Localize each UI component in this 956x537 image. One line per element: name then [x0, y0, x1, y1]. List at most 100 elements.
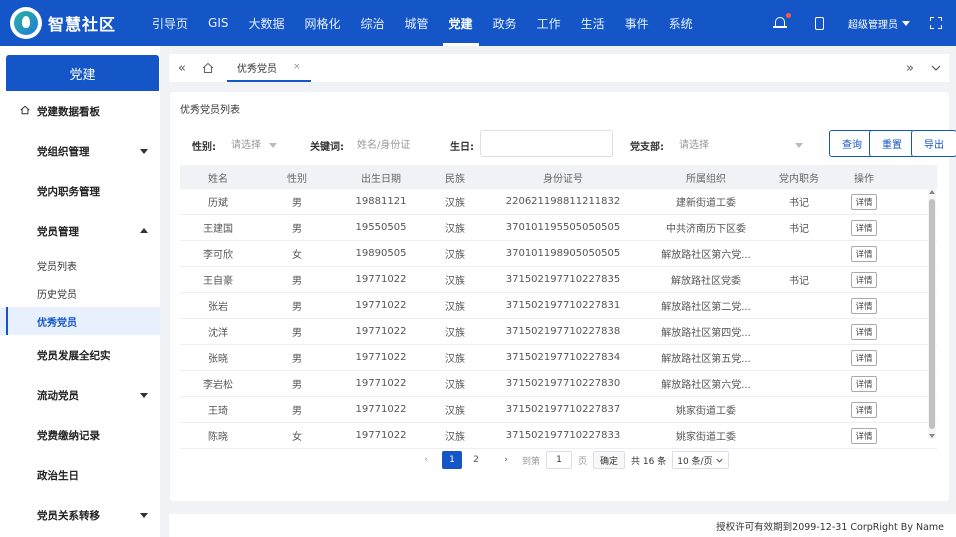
table-cell: 汉族 — [445, 380, 465, 391]
user-name: 超级管理员 — [848, 19, 898, 31]
reset-button[interactable]: 重置 — [869, 130, 915, 157]
home-icon[interactable] — [195, 54, 221, 82]
detail-button[interactable]: 详情 — [851, 219, 877, 236]
nav-item-6[interactable]: 党建 — [439, 0, 483, 46]
double-chevron-right-icon[interactable]: » — [897, 54, 923, 82]
table-cell: 中共济南历下区委 — [666, 224, 746, 235]
sidebar-subitem[interactable]: 党员列表 — [0, 251, 160, 279]
gender-select[interactable]: 请选择 — [222, 130, 286, 157]
main-card: 优秀党员列表 性别: 请选择 关键词: 姓名/身份证 生日: 党支部: 请选择 … — [170, 92, 956, 501]
double-chevron-left-icon[interactable]: « — [169, 54, 195, 82]
bell-icon[interactable] — [773, 13, 791, 30]
nav-item-2[interactable]: 大数据 — [238, 0, 294, 46]
detail-button[interactable]: 详情 — [851, 427, 877, 444]
sidebar-item[interactable]: 党员发展全纪实 — [0, 335, 160, 375]
tab-excellent-members[interactable]: 优秀党员 × — [227, 54, 311, 82]
sidebar-item-label: 党员关系转移 — [37, 509, 100, 522]
table-cell: 汉族 — [445, 432, 465, 443]
nav-item-7[interactable]: 政务 — [483, 0, 527, 46]
column-header: 所属组织 — [686, 173, 726, 185]
footer-license: 授权许可有效期到2099-12-31 CorpRight By Name — [169, 514, 956, 537]
table-scrollbar[interactable] — [928, 189, 936, 439]
detail-button[interactable]: 详情 — [851, 245, 877, 262]
sidebar-subitem[interactable]: 优秀党员 — [0, 307, 160, 335]
table-body: 历斌男 19881121 汉族 220621198811211832 建新街道工委 书记详… — [180, 189, 937, 449]
action-cell: 详情 — [826, 297, 902, 314]
table-cell: 书记 — [789, 198, 809, 209]
table-cell: 建新街道工委 — [676, 198, 736, 209]
scrollbar-thumb[interactable] — [929, 199, 935, 429]
goto-page-input[interactable]: 1 — [546, 451, 573, 469]
table-row: 张岩 男 19771022 汉族 371502197710227831 解放路社区第二党.… — [180, 293, 937, 319]
nav-item-5[interactable]: 城管 — [395, 0, 439, 46]
table-cell: 汉族 — [445, 276, 465, 287]
export-button[interactable]: 导出 — [911, 130, 956, 157]
table-cell: 19890505 — [355, 248, 407, 259]
nav-item-10[interactable]: 事件 — [615, 0, 659, 46]
sidebar-item[interactable]: 党员管理 — [0, 211, 160, 251]
table-cell: 汉族 — [445, 328, 465, 339]
nav-item-9[interactable]: 生活 — [571, 0, 615, 46]
action-cell: 详情 — [826, 427, 902, 444]
birthday-input[interactable] — [480, 130, 613, 157]
next-page-button[interactable]: › — [496, 451, 516, 469]
page-number-button[interactable]: 1 — [442, 451, 462, 469]
sidebar-item[interactable]: 政治生日 — [0, 455, 160, 495]
detail-button[interactable]: 详情 — [851, 297, 877, 314]
detail-button[interactable]: 详情 — [851, 193, 877, 210]
sidebar-item-label: 党费缴纳记录 — [37, 429, 100, 442]
sidebar-item[interactable]: 党费缴纳记录 — [0, 415, 160, 455]
card-title: 优秀党员列表 — [180, 105, 240, 116]
column-header: 民族 — [445, 173, 465, 185]
branch-select[interactable]: 请选择 — [670, 130, 812, 157]
fullscreen-icon[interactable] — [930, 17, 942, 29]
tab-close-icon[interactable]: × — [293, 62, 301, 72]
keyword-input[interactable]: 姓名/身份证 — [348, 130, 414, 157]
detail-button[interactable]: 详情 — [851, 375, 877, 392]
caret-down-icon — [140, 149, 148, 154]
page-size-select[interactable]: 10 条/页 — [672, 451, 729, 469]
chevron-down-icon[interactable] — [923, 54, 949, 82]
detail-button[interactable]: 详情 — [851, 323, 877, 340]
nav-item-1[interactable]: GIS — [198, 0, 238, 46]
goto-confirm-button[interactable]: 确定 — [593, 451, 626, 469]
table-cell: 19771022 — [355, 430, 407, 441]
nav-item-8[interactable]: 工作 — [527, 0, 571, 46]
brand-logo[interactable]: 智慧社区 — [0, 7, 138, 39]
brand-name: 智慧社区 — [48, 15, 117, 34]
page-number-button[interactable]: 2 — [466, 451, 486, 469]
detail-button[interactable]: 详情 — [851, 349, 877, 366]
sidebar-item-label: 政治生日 — [37, 469, 79, 482]
nav-item-4[interactable]: 综治 — [351, 0, 395, 46]
table-cell: 历斌 — [208, 198, 228, 209]
table-cell: 王自豪 — [203, 276, 233, 287]
scroll-down-icon[interactable] — [929, 434, 935, 438]
sidebar-item[interactable]: 党员关系转移 — [0, 495, 160, 535]
table-cell: 男 — [292, 198, 302, 209]
nav-item-0[interactable]: 引导页 — [142, 0, 198, 46]
sidebar-menu: 党建数据看板 党组织管理 党内职务管理 党员管理 党员列表 历史党员 优秀党员 党员发展全纪实… — [0, 91, 160, 535]
column-header: 出生日期 — [361, 173, 401, 185]
table-cell: 371502197710227831 — [505, 300, 621, 311]
nav-item-11[interactable]: 系统 — [659, 0, 703, 46]
sidebar: 党建 党建数据看板 党组织管理 党内职务管理 党员管理 党员列表 历史党员 优秀党员 党员发展… — [0, 46, 160, 537]
detail-button[interactable]: 详情 — [851, 271, 877, 288]
scroll-up-icon[interactable] — [929, 190, 935, 194]
tabs-bar: « 优秀党员 × » — [169, 54, 949, 82]
detail-button[interactable]: 详情 — [851, 401, 877, 418]
table-cell: 姚家街道工委 — [676, 406, 736, 417]
sidebar-subitem[interactable]: 历史党员 — [0, 279, 160, 307]
nav-item-3[interactable]: 网格化 — [295, 0, 351, 46]
sidebar-item[interactable]: 党组织管理 — [0, 131, 160, 171]
page-unit-label: 页 — [578, 456, 588, 467]
home-icon — [20, 105, 30, 115]
gender-placeholder: 请选择 — [231, 140, 261, 151]
prev-page-button[interactable]: ‹ — [416, 451, 436, 469]
sidebar-item[interactable]: 流动党员 — [0, 375, 160, 415]
mobile-icon[interactable] — [815, 16, 824, 30]
table-row: 王自豪 男 19771022 汉族 371502197710227835 解放路社区党委 书… — [180, 267, 937, 293]
keyword-placeholder: 姓名/身份证 — [357, 140, 411, 151]
sidebar-item[interactable]: 党内职务管理 — [0, 171, 160, 211]
user-menu[interactable]: 超级管理员 — [848, 16, 910, 31]
sidebar-item[interactable]: 党建数据看板 — [0, 91, 160, 131]
